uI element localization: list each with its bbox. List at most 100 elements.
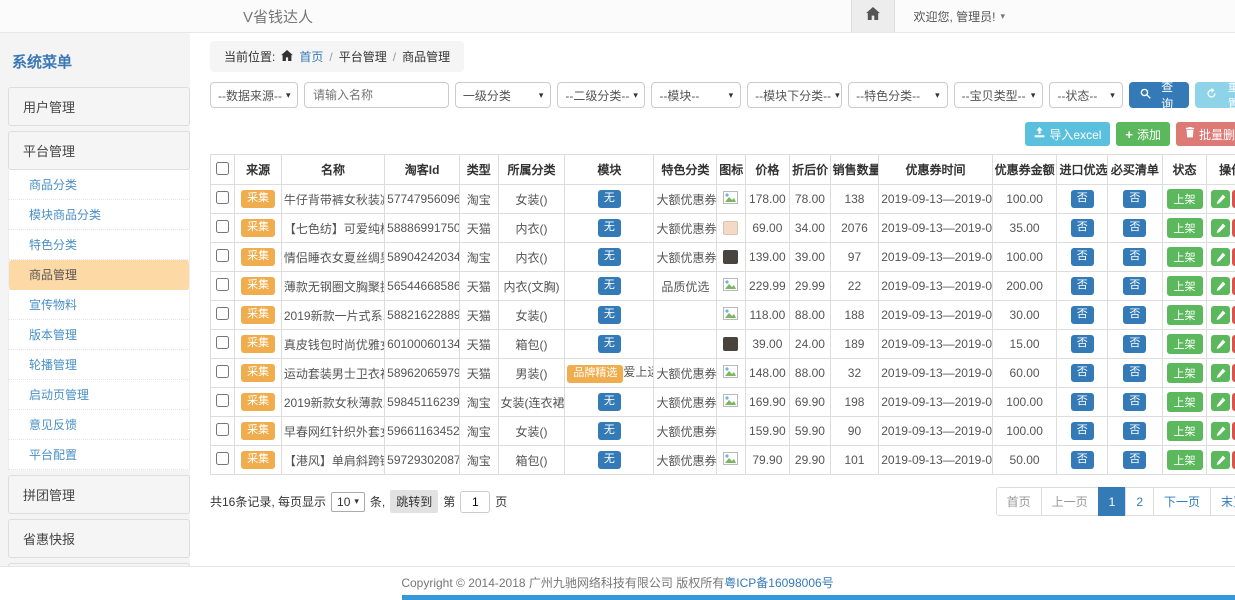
- user-menu[interactable]: 欢迎您, 管理员! ▾: [895, 0, 1235, 32]
- edit-button[interactable]: [1211, 393, 1230, 411]
- import-select-cell: 否: [1057, 330, 1108, 359]
- select-all-checkbox[interactable]: [216, 162, 229, 175]
- edit-button[interactable]: [1211, 306, 1230, 324]
- sidebar-item[interactable]: 意见反馈: [8, 410, 190, 440]
- status-badge[interactable]: 上架: [1167, 189, 1203, 209]
- status-badge[interactable]: 上架: [1167, 363, 1203, 383]
- edit-button[interactable]: [1211, 248, 1230, 266]
- row-checkbox[interactable]: [216, 220, 229, 233]
- jump-button[interactable]: 跳转到: [390, 490, 438, 513]
- must-buy-toggle-badge[interactable]: 否: [1123, 277, 1146, 294]
- must-buy-toggle-badge[interactable]: 否: [1123, 248, 1146, 265]
- sidebar-item[interactable]: 宣传物料: [8, 290, 190, 320]
- module-badge: 无: [598, 277, 621, 294]
- home-icon: [866, 7, 880, 25]
- import-toggle-badge[interactable]: 否: [1071, 248, 1094, 265]
- must-buy-toggle-badge[interactable]: 否: [1123, 190, 1146, 207]
- import-toggle-badge[interactable]: 否: [1071, 219, 1094, 236]
- status-badge[interactable]: 上架: [1167, 276, 1203, 296]
- sidebar-item[interactable]: 轮播管理: [8, 350, 190, 380]
- home-button[interactable]: [851, 0, 895, 32]
- must-buy-toggle-badge[interactable]: 否: [1123, 306, 1146, 323]
- per-page-select[interactable]: 10 ▾: [331, 492, 365, 512]
- page-button[interactable]: 首页: [996, 487, 1042, 516]
- page-button[interactable]: 上一页: [1041, 487, 1099, 516]
- filter-select[interactable]: --状态-- ▾: [1049, 82, 1122, 108]
- import-toggle-badge[interactable]: 否: [1071, 335, 1094, 352]
- must-buy-toggle-badge[interactable]: 否: [1123, 451, 1146, 468]
- filter-select[interactable]: --二级分类-- ▾: [557, 82, 645, 108]
- must-buy-toggle-badge[interactable]: 否: [1123, 364, 1146, 381]
- must-buy-toggle-badge[interactable]: 否: [1123, 335, 1146, 352]
- chevron-down-icon: ▾: [539, 90, 544, 101]
- status-badge[interactable]: 上架: [1167, 305, 1203, 325]
- search-button[interactable]: 查询: [1129, 82, 1190, 108]
- import-excel-button[interactable]: 导入excel: [1025, 122, 1110, 146]
- row-checkbox[interactable]: [216, 191, 229, 204]
- must-buy-toggle-badge[interactable]: 否: [1123, 219, 1146, 236]
- icp-link[interactable]: 粤ICP备16098006号: [724, 576, 833, 590]
- sidebar-item[interactable]: 拼团管理: [8, 475, 190, 514]
- import-toggle-badge[interactable]: 否: [1071, 364, 1094, 381]
- row-checkbox[interactable]: [216, 423, 229, 436]
- sidebar-item[interactable]: 版本管理: [8, 320, 190, 350]
- breadcrumb-home-link[interactable]: 首页: [299, 48, 323, 65]
- import-toggle-badge[interactable]: 否: [1071, 190, 1094, 207]
- status-badge[interactable]: 上架: [1167, 218, 1203, 238]
- row-select-cell: [211, 388, 235, 417]
- name-search-input[interactable]: [304, 82, 449, 108]
- row-checkbox[interactable]: [216, 365, 229, 378]
- page-button[interactable]: 末页: [1210, 487, 1235, 516]
- sidebar-item[interactable]: 启动页管理: [8, 380, 190, 410]
- sidebar-item[interactable]: 用户管理: [8, 87, 190, 126]
- sidebar-item[interactable]: 平台配置: [8, 440, 190, 470]
- import-toggle-badge[interactable]: 否: [1071, 451, 1094, 468]
- filter-select[interactable]: --特色分类-- ▾: [848, 82, 947, 108]
- edit-button[interactable]: [1211, 277, 1230, 295]
- import-toggle-badge[interactable]: 否: [1071, 422, 1094, 439]
- row-checkbox[interactable]: [216, 452, 229, 465]
- page-button[interactable]: 下一页: [1153, 487, 1211, 516]
- row-checkbox[interactable]: [216, 394, 229, 407]
- filter-select[interactable]: --模块下分类-- ▾: [747, 82, 842, 108]
- row-checkbox[interactable]: [216, 307, 229, 320]
- filter-select[interactable]: --模块-- ▾: [651, 82, 741, 108]
- sidebar-item[interactable]: 平台管理: [8, 131, 190, 170]
- row-checkbox[interactable]: [216, 336, 229, 349]
- sidebar-item[interactable]: 特色分类: [8, 230, 190, 260]
- status-badge[interactable]: 上架: [1167, 421, 1203, 441]
- status-badge[interactable]: 上架: [1167, 334, 1203, 354]
- edit-button[interactable]: [1211, 422, 1230, 440]
- product-name-cell: 2019新款一片式系...: [281, 301, 384, 330]
- filter-select[interactable]: --宝贝类型-- ▾: [954, 82, 1044, 108]
- status-badge[interactable]: 上架: [1167, 450, 1203, 470]
- edit-button[interactable]: [1211, 190, 1230, 208]
- filter-select[interactable]: --数据来源-- ▾: [210, 82, 298, 108]
- batch-delete-button[interactable]: 批量删除: [1176, 122, 1235, 146]
- import-toggle-badge[interactable]: 否: [1071, 277, 1094, 294]
- status-badge[interactable]: 上架: [1167, 247, 1203, 267]
- horizontal-scrollbar[interactable]: [402, 595, 1235, 600]
- sidebar-item[interactable]: 模块商品分类: [8, 200, 190, 230]
- edit-button[interactable]: [1211, 451, 1230, 469]
- reset-button[interactable]: 重置: [1195, 82, 1235, 108]
- sidebar-item[interactable]: 商品分类: [8, 170, 190, 200]
- import-toggle-badge[interactable]: 否: [1071, 393, 1094, 410]
- must-buy-toggle-badge[interactable]: 否: [1123, 422, 1146, 439]
- icon-cell: [717, 272, 745, 301]
- add-button[interactable]: + 添加: [1116, 122, 1170, 146]
- page-button[interactable]: 2: [1125, 487, 1154, 516]
- row-checkbox[interactable]: [216, 249, 229, 262]
- page-number-input[interactable]: [460, 491, 490, 513]
- import-toggle-badge[interactable]: 否: [1071, 306, 1094, 323]
- edit-button[interactable]: [1211, 335, 1230, 353]
- sidebar-item[interactable]: 商品管理: [8, 260, 190, 290]
- page-button[interactable]: 1: [1098, 487, 1127, 516]
- edit-button[interactable]: [1211, 364, 1230, 382]
- filter-select[interactable]: 一级分类 ▾: [455, 82, 552, 108]
- sidebar-item[interactable]: 省惠快报: [8, 519, 190, 558]
- status-badge[interactable]: 上架: [1167, 392, 1203, 412]
- must-buy-toggle-badge[interactable]: 否: [1123, 393, 1146, 410]
- row-checkbox[interactable]: [216, 278, 229, 291]
- edit-button[interactable]: [1211, 219, 1230, 237]
